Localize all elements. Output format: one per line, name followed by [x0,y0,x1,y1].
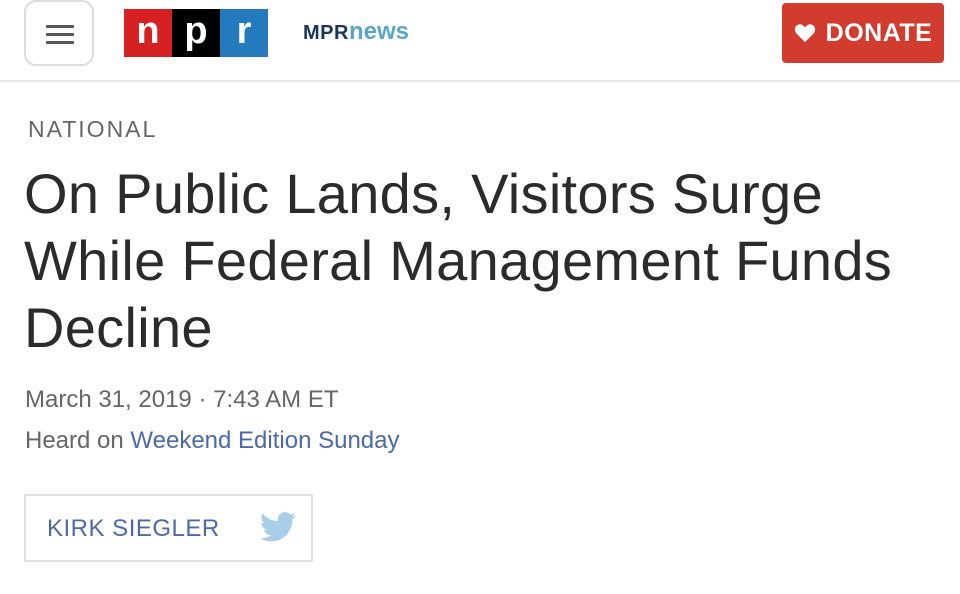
station-logo[interactable]: MPRnews [303,19,409,46]
article-headline: On Public Lands, Visitors Surge While Fe… [24,162,893,359]
author-link[interactable]: KIRK SIEGLER [47,515,220,543]
npr-logo-r: r [220,9,268,57]
station-logo-mpr: MPR [303,22,349,44]
menu-button[interactable] [24,0,94,66]
article-dateline: March 31, 2019 · 7:43 AM ET [25,386,339,413]
npr-logo[interactable]: n p r [124,9,268,57]
npr-logo-p: p [172,9,220,57]
twitter-icon[interactable] [260,512,296,542]
npr-logo-n: n [124,9,172,57]
heard-on-prefix: Heard on [25,427,131,454]
program-link[interactable]: Weekend Edition Sunday [130,427,399,454]
byline-box: KIRK SIEGLER [24,494,313,562]
site-header: n p r MPRnews DONATE [0,0,960,82]
donate-label: DONATE [825,18,933,47]
station-logo-news: news [348,18,409,45]
heard-on: Heard on Weekend Edition Sunday [25,427,399,455]
donate-button[interactable]: DONATE [782,3,944,63]
heart-icon [794,24,815,43]
section-label[interactable]: NATIONAL [28,116,157,143]
